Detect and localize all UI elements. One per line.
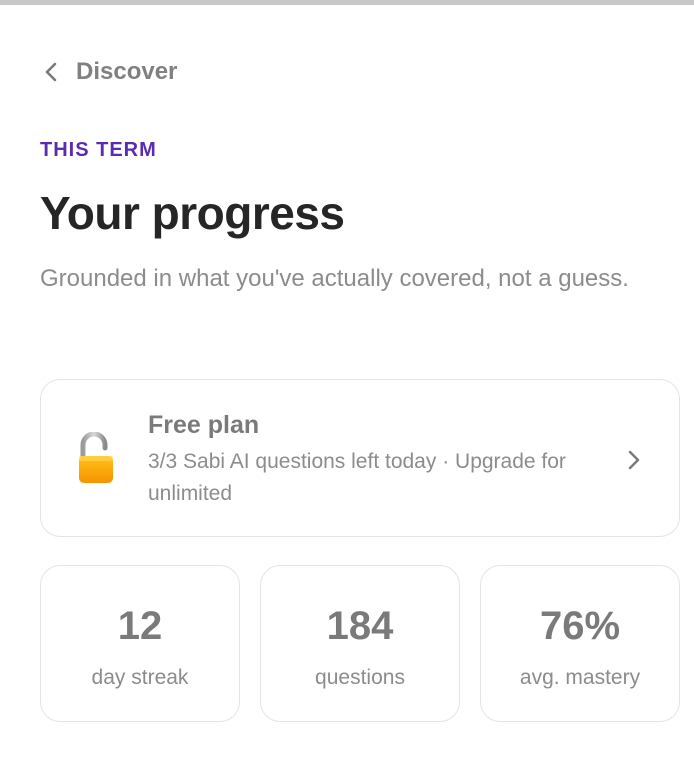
- stat-label: avg. mastery: [519, 666, 641, 689]
- stat-card-questions: 184 questions: [260, 565, 460, 722]
- stat-card-mastery: 76% avg. mastery: [480, 565, 680, 722]
- stat-card-streak: 12 day streak: [40, 565, 240, 722]
- page-title: Your progress: [40, 187, 345, 239]
- chevron-right-icon: [627, 449, 641, 476]
- page-subtitle: Grounded in what you've actually covered…: [40, 265, 629, 292]
- section-eyebrow: THIS TERM: [40, 139, 157, 161]
- unlocked-padlock-icon: [77, 431, 115, 486]
- chevron-left-icon: [44, 61, 58, 83]
- stat-value: 184: [326, 604, 394, 648]
- back-button[interactable]: Discover: [44, 56, 177, 88]
- stat-value: 12: [117, 604, 163, 648]
- top-divider: [0, 0, 694, 5]
- stats-row: 12 day streak 184 questions 76% avg. mas…: [40, 565, 680, 722]
- stat-label: day streak: [91, 666, 189, 689]
- plan-detail: 3/3 Sabi AI questions left today · Upgra…: [148, 450, 566, 505]
- stat-label: questions: [315, 666, 405, 689]
- plan-name: Free plan: [148, 411, 260, 439]
- back-label: Discover: [76, 58, 178, 85]
- free-plan-card[interactable]: Free plan 3/3 Sabi AI questions left tod…: [40, 379, 680, 537]
- stat-value: 76%: [539, 604, 621, 648]
